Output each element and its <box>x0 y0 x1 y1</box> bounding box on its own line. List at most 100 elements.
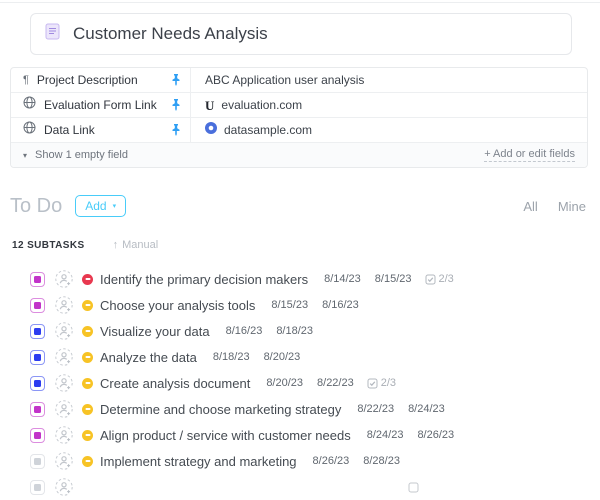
field-value-text[interactable]: datasample.com <box>224 123 312 137</box>
start-date[interactable]: 8/16/23 <box>226 325 263 337</box>
task-row[interactable]: Choose your analysis tools 8/15/23 8/16/… <box>30 292 600 318</box>
assign-user-icon[interactable] <box>55 296 73 314</box>
task-name[interactable]: Identify the primary decision makers <box>100 272 308 287</box>
status-icon[interactable] <box>30 376 45 391</box>
top-divider <box>0 2 600 3</box>
task-name[interactable]: Align product / service with customer ne… <box>100 428 351 443</box>
assign-user-icon[interactable] <box>55 322 73 340</box>
arrow-up-icon: ↑ <box>113 239 119 251</box>
fields-footer: ▾ Show 1 empty field + Add or edit field… <box>11 143 587 167</box>
custom-fields-card: ¶ Project Description ABC Application us… <box>10 67 588 168</box>
priority-icon[interactable] <box>82 456 93 467</box>
due-date[interactable]: 8/20/23 <box>264 351 301 363</box>
task-row-partial[interactable] <box>30 474 600 500</box>
task-row[interactable]: Identify the primary decision makers 8/1… <box>30 266 600 292</box>
field-row-data-link: Data Link datasample.com <box>11 118 587 143</box>
page-title[interactable]: Customer Needs Analysis <box>73 24 268 44</box>
field-value-text[interactable]: evaluation.com <box>221 98 302 112</box>
priority-icon[interactable] <box>82 300 93 311</box>
task-name[interactable]: Choose your analysis tools <box>100 298 255 313</box>
task-row[interactable]: Align product / service with customer ne… <box>30 422 600 448</box>
document-title-box[interactable]: Customer Needs Analysis <box>30 13 572 55</box>
field-value[interactable]: ABC Application user analysis <box>191 68 587 92</box>
due-date[interactable]: 8/22/23 <box>317 377 354 389</box>
task-row[interactable]: Create analysis document 8/20/23 8/22/23… <box>30 370 600 396</box>
todo-header: To Do Add ▾ All Mine <box>10 194 586 218</box>
priority-icon[interactable] <box>82 352 93 363</box>
start-date[interactable]: 8/22/23 <box>357 403 394 415</box>
field-row-project-description: ¶ Project Description ABC Application us… <box>11 68 587 93</box>
show-empty-fields-toggle[interactable]: ▾ Show 1 empty field <box>23 149 128 161</box>
due-date[interactable]: 8/24/23 <box>408 403 445 415</box>
start-date[interactable]: 8/15/23 <box>271 299 308 311</box>
field-row-evaluation-form-link: Evaluation Form Link U evaluation.com <box>11 93 587 118</box>
field-value-link[interactable]: U evaluation.com <box>191 93 587 117</box>
assign-user-icon[interactable] <box>55 478 73 496</box>
priority-icon[interactable] <box>82 274 93 285</box>
priority-icon[interactable] <box>82 326 93 337</box>
pin-icon[interactable] <box>171 99 181 111</box>
checkbox-icon <box>408 482 419 493</box>
status-icon[interactable] <box>30 324 45 339</box>
due-date[interactable]: 8/15/23 <box>375 273 412 285</box>
start-date[interactable]: 8/18/23 <box>213 351 250 363</box>
start-date[interactable]: 8/20/23 <box>266 377 303 389</box>
filter-mine[interactable]: Mine <box>558 199 586 214</box>
link-favicon <box>205 121 217 139</box>
task-row[interactable]: Visualize your data 8/16/23 8/18/23 <box>30 318 600 344</box>
task-name[interactable]: Implement strategy and marketing <box>100 454 297 469</box>
task-row[interactable]: Implement strategy and marketing 8/26/23… <box>30 448 600 474</box>
add-or-edit-fields-button[interactable]: + Add or edit fields <box>484 148 575 162</box>
priority-icon[interactable] <box>82 378 93 389</box>
assign-user-icon[interactable] <box>55 348 73 366</box>
task-row[interactable]: Analyze the data 8/18/23 8/20/23 <box>30 344 600 370</box>
field-label: Evaluation Form Link <box>44 98 157 112</box>
task-name[interactable]: Create analysis document <box>100 376 250 391</box>
start-date[interactable]: 8/26/23 <box>313 455 350 467</box>
field-label-cell[interactable]: Evaluation Form Link <box>11 93 191 117</box>
task-name[interactable]: Determine and choose marketing strategy <box>100 402 341 417</box>
assign-user-icon[interactable] <box>55 426 73 444</box>
checklist-count: 2/3 <box>381 377 396 389</box>
task-name[interactable]: Analyze the data <box>100 350 197 365</box>
start-date[interactable]: 8/14/23 <box>324 273 361 285</box>
due-date[interactable]: 8/18/23 <box>276 325 313 337</box>
field-label: Project Description <box>37 73 138 87</box>
status-icon[interactable] <box>30 428 45 443</box>
due-date[interactable]: 8/26/23 <box>417 429 454 441</box>
status-icon[interactable] <box>30 480 45 495</box>
due-date[interactable]: 8/28/23 <box>363 455 400 467</box>
sort-label: Manual <box>122 239 158 251</box>
todo-section-title: To Do <box>10 195 62 218</box>
status-icon[interactable] <box>30 454 45 469</box>
priority-icon[interactable] <box>82 430 93 441</box>
field-label-cell[interactable]: Data Link <box>11 118 191 142</box>
filter-all[interactable]: All <box>523 199 537 214</box>
assign-user-icon[interactable] <box>55 374 73 392</box>
add-task-button[interactable]: Add ▾ <box>75 195 126 217</box>
text-field-icon: ¶ <box>23 75 29 86</box>
start-date[interactable]: 8/24/23 <box>367 429 404 441</box>
subtask-count-label: 12 SUBTASKS <box>12 240 85 251</box>
sort-control[interactable]: ↑ Manual <box>113 239 159 251</box>
pin-icon[interactable] <box>171 124 181 136</box>
status-icon[interactable] <box>30 350 45 365</box>
pin-icon[interactable] <box>171 74 181 86</box>
field-label-cell[interactable]: ¶ Project Description <box>11 68 191 92</box>
field-label: Data Link <box>44 123 95 137</box>
add-button-label: Add <box>85 199 106 213</box>
assign-user-icon[interactable] <box>55 270 73 288</box>
task-name[interactable]: Visualize your data <box>100 324 210 339</box>
status-icon[interactable] <box>30 402 45 417</box>
field-value-link[interactable]: datasample.com <box>191 118 587 142</box>
globe-icon <box>23 96 36 114</box>
assignee-filters: All Mine <box>523 199 586 214</box>
checklist-badge: 2/3 <box>425 273 454 285</box>
status-icon[interactable] <box>30 272 45 287</box>
status-icon[interactable] <box>30 298 45 313</box>
assign-user-icon[interactable] <box>55 400 73 418</box>
assign-user-icon[interactable] <box>55 452 73 470</box>
priority-icon[interactable] <box>82 404 93 415</box>
due-date[interactable]: 8/16/23 <box>322 299 359 311</box>
task-row[interactable]: Determine and choose marketing strategy … <box>30 396 600 422</box>
